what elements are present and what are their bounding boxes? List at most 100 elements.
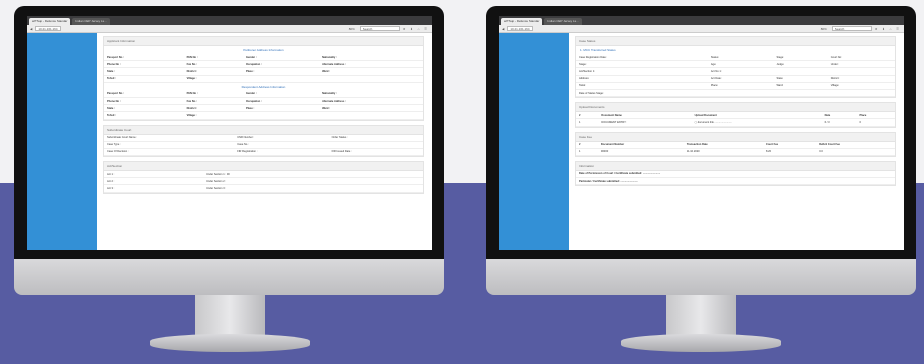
table-cell [773,89,828,98]
back-icon[interactable]: ◀ [502,27,504,31]
column-header: Transaction Date [683,141,763,149]
url-field[interactable]: 10.21.161.164 [507,26,533,31]
tab-bar: wITSup - Defence Standar Indian CEP Jers… [499,16,904,25]
browser-tab[interactable]: Indian CEP Jersey Ls... [544,18,582,25]
table-row: Case Registration Date: Status: Stage: Cour… [576,54,895,62]
panel-header: Information [576,161,895,171]
panel-header: Subordinate Court [104,125,423,135]
address-bar: ◀ 10.21.161.164 80% Search ★ ⬇ ⌂ ☰ [499,25,904,33]
table-row: Act 1 : Under Section 1 : 00 [104,171,423,179]
url-field[interactable]: 10.21.161.164 [35,26,61,31]
table-row: State : District : Place : Ward : [104,67,423,76]
table-row: Act/Section 1: Act No 1: [576,67,895,76]
table-cell: Under: [827,60,895,69]
toolbar-icons[interactable]: ★ ⬇ ⌂ ☰ [403,27,429,31]
fee-table: # Document Number Transaction Date Court Fe… [576,141,895,156]
table-cell: Place : [242,104,320,113]
table-cell: DOCUMENT ENTRY: [598,118,692,127]
right-monitor-stand [666,295,736,339]
back-icon[interactable]: ◀ [30,27,32,31]
table-cell: Age: [707,60,774,69]
column-header: # [576,141,598,149]
table-cell: Date of Permission of Court / Certificat… [576,170,895,179]
case-fee-panel: Case Fee # Document Number Transaction Dat… [575,131,896,157]
info-table: Passport No : PAN No : Gender : Nationality… [104,54,423,83]
act-section-panel: Act/Section Act 1 : Under Section 1 : 00 A… [103,161,424,194]
column-header: Date [821,112,857,120]
section-title: Respondent Address Information [241,84,286,89]
table-cell: FIR Issued Date : [328,148,423,157]
info-table: Date of Permission of Court / Certificat… [576,170,895,186]
table-cell: Case No : [234,141,329,149]
table-cell: Under Section 1 : 00 [203,171,423,179]
table-cell: Case Of Decision : [104,148,235,157]
table-cell: Passport No : [104,90,184,98]
column-header: Deficit Court Fee [816,141,895,149]
table-cell: Occupation : [242,60,320,69]
main-content: Applicant Information Petitioner Address… [103,33,424,250]
table-cell: Village: [827,82,895,90]
column-header: Document Name [598,112,692,120]
table-row: Act 2 : Under Section 2 : [104,177,423,186]
table-cell: Act/Section 1: [576,67,708,76]
information-panel: Information Date of Permission of Court … [575,160,896,187]
browser-tab[interactable]: Indian CEP Jersey Ls... [72,18,110,25]
table-row: Date of Permission of Court / Certificat… [576,170,895,179]
table-cell: Village : [183,111,243,120]
table-cell: Tehsil : [104,111,184,120]
section-title: 1. MCC Transferred Status [580,48,616,52]
table-cell: Case Type : [104,141,235,149]
table-cell: Act Date: [707,75,774,83]
table-cell: Stage: [773,54,828,62]
table-row: Tehsil : Village : [104,111,423,120]
table-cell: Passport No : [104,54,184,62]
applicant-panel: Applicant Information Petitioner Address… [103,36,424,121]
search-input[interactable]: Search [359,26,400,31]
table-row: Case Type : Case No : [104,141,423,149]
table-cell [707,89,774,98]
table-row: Phone No : Fax No : Occupation : Alternate … [104,97,423,106]
toolbar-icons[interactable]: ★ ⬇ ⌂ ☰ [875,27,901,31]
table-cell: Under Section 3 : [203,184,423,193]
search-input[interactable]: Search [831,26,872,31]
table-row: Act 3 : Under Section 3 : [104,184,423,193]
info-table: Subordinate Court Name : CNR Number : Orde… [104,134,423,157]
table-cell: 0.0 [816,148,895,156]
browser-tab[interactable]: wITSup - Defence Standar [501,18,543,25]
table-cell: District: [827,75,895,83]
table-cell: Stage: [576,60,708,69]
table-row: Case Of Decision : FIR Registration : FIR … [104,148,423,157]
table-row: Date of Status Stage: [576,89,895,98]
right-monitor-chin [486,259,916,295]
table-cell: Act 2 : [104,177,204,186]
left-screen: wITSup - Defence Standar Indian CEP Jers… [27,16,432,250]
panel-header: Case Fee [576,132,895,142]
table-cell: Fax No : [183,60,243,69]
section-title: Petitioner Address Information [243,48,284,52]
table-row: State : District : Place : Ward : [104,104,423,113]
table-cell: Case Registration Date: [576,54,708,62]
table-cell: 11.10.2020 [683,148,763,156]
zoom-level[interactable]: 80% [819,27,829,31]
table-cell: Place : [242,67,320,76]
table-cell: 1 [576,148,598,156]
column-header: Upload Document [691,112,822,120]
table-cell: Nationality : [319,54,423,62]
table-cell: Date of Status Stage: [576,89,708,98]
table-cell: PAN No : [183,90,243,98]
browser-tab[interactable]: wITSup - Defence Standar [29,18,71,25]
table-cell: Act 1 : [104,171,204,179]
table-cell: Alternate Address : [319,60,423,69]
table-cell: Phone No : [104,97,184,106]
zoom-level[interactable]: 80% [347,27,357,31]
panel-header: Act/Section [104,162,423,172]
table-cell: Act 3 : [104,184,204,193]
table-cell: Status: [707,54,774,62]
sidebar [499,33,569,250]
right-screen: wITSup - Defence Standar Indian CEP Jers… [499,16,904,250]
left-monitor-stand [195,295,265,339]
main-content: Case Status 1. MCC Transferred Status Ca… [575,33,896,250]
left-monitor-foot [150,334,310,352]
table-row: Passport No : PAN No : Gender : Nationality… [104,90,423,98]
documents-table: # Document Name Upload Document Date Place 1 D… [576,112,895,127]
